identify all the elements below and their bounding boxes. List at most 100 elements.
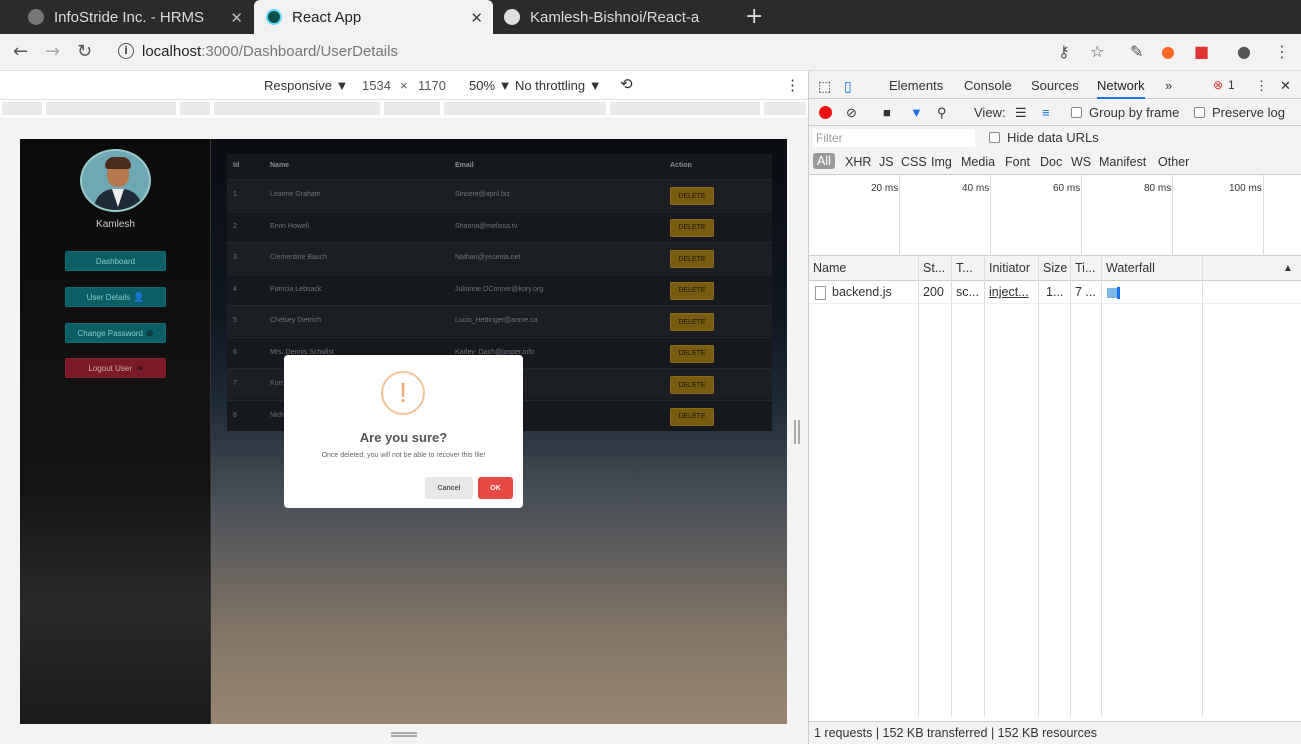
times-label: × [400,78,408,93]
menu-icon[interactable]: ⋮ [1274,42,1290,61]
profile-icon[interactable]: ● [1237,42,1251,61]
col-status[interactable]: St... [923,261,945,275]
confirm-dialog: ! Are you sure? Once deleted, you will n… [284,355,523,508]
timeline-tick: 40 ms [962,183,990,194]
network-overview[interactable]: 20 ms 40 ms 60 ms 80 ms 100 ms [809,175,1301,256]
filter-input[interactable]: Filter [813,129,975,147]
col-size[interactable]: Size [1043,261,1067,275]
globe-icon [28,9,44,25]
tab-react-app[interactable]: React App ✕ [254,0,493,34]
height-input[interactable]: 1170 [418,78,446,93]
url-path: :3000/Dashboard/UserDetails [201,43,398,60]
tab-console[interactable]: Console [964,78,1012,93]
more-tabs-button[interactable]: » [1165,78,1172,93]
resource-type-filters: All XHR JS CSS Img Media Font Doc WS Man… [809,150,1301,175]
tab-title: Kamlesh-Bishnoi/React-a [530,8,700,26]
device-mode-select[interactable]: Responsive ▼ [264,78,348,93]
address-toolbar: ← → ↻ i localhost:3000/Dashboard/UserDet… [0,34,1301,71]
network-summary: 1 requests | 152 KB transferred | 152 KB… [809,721,1301,744]
col-name[interactable]: Name [813,261,846,275]
type-doc[interactable]: Doc [1040,155,1062,169]
hide-data-urls-checkbox[interactable] [989,132,1000,143]
address-bar[interactable]: localhost:3000/Dashboard/UserDetails [142,43,398,60]
type-all[interactable]: All [813,153,835,169]
key-icon[interactable]: ⚷ [1058,42,1070,61]
timeline-tick: 60 ms [1053,183,1081,194]
filter-icon[interactable]: ▼ [910,105,923,120]
forward-icon[interactable]: → [45,41,60,62]
device-toolbar: Responsive ▼ 1534 × 1170 50% ▼ No thrott… [0,71,808,100]
menu-icon[interactable]: ⋮ [785,76,800,94]
menu-icon[interactable]: ⋮ [1255,78,1268,94]
back-icon[interactable]: ← [13,41,28,62]
preserve-log-checkbox[interactable] [1194,107,1205,118]
request-time: 7 ... [1075,285,1096,299]
warning-icon: ! [381,371,425,415]
hide-data-urls-label: Hide data URLs [1007,130,1099,145]
inspect-icon[interactable]: ⬚ [818,78,831,95]
request-table-header: Name St... T... Initiator Size Ti... Wat… [809,256,1301,281]
tab-title: InfoStride Inc. - HRMS [54,8,205,26]
browser-tab-strip: InfoStride Inc. - HRMS ✕ React App ✕ Kam… [0,0,1301,34]
col-waterfall[interactable]: Waterfall [1106,261,1155,275]
extension-icon[interactable]: ■ [1194,42,1209,61]
type-other[interactable]: Other [1158,155,1189,169]
type-ws[interactable]: WS [1071,155,1091,169]
type-js[interactable]: JS [879,155,894,169]
col-time[interactable]: Ti... [1075,261,1095,275]
file-icon [815,286,826,300]
col-type[interactable]: T... [956,261,973,275]
summary-text: 1 requests | 152 KB transferred | 152 KB… [814,726,1098,740]
info-icon[interactable]: i [118,43,134,59]
type-xhr[interactable]: XHR [845,155,871,169]
error-icon[interactable]: ⊗ [1213,78,1223,92]
clear-icon[interactable]: ⊘ [846,105,857,121]
tab-elements[interactable]: Elements [889,78,943,93]
resize-handle[interactable] [794,420,800,444]
tab-network[interactable]: Network [1097,78,1145,99]
star-icon[interactable]: ☆ [1090,42,1104,61]
screenshot-icon[interactable]: ■ [883,105,891,120]
network-toolbar: ⊘ ■ ▼ ⚲ View: ☰ ≡ Group by frame Preserv… [809,99,1301,126]
col-initiator[interactable]: Initiator [989,261,1030,275]
extension-icon[interactable]: ● [1161,42,1175,61]
group-by-frame-checkbox[interactable] [1071,107,1082,118]
rotate-icon[interactable]: ⟲ [620,75,633,93]
zoom-select[interactable]: 50% ▼ [469,78,512,93]
close-icon[interactable]: ✕ [1280,78,1291,94]
type-css[interactable]: CSS [901,155,927,169]
eyedropper-icon[interactable]: ✎ [1130,42,1143,61]
overview-icon[interactable]: ≡ [1042,105,1050,120]
tab-sources[interactable]: Sources [1031,78,1079,93]
tab-github[interactable]: Kamlesh-Bishnoi/React-a [494,0,734,34]
tab-infostride[interactable]: InfoStride Inc. - HRMS ✕ [0,0,253,34]
device-toggle-icon[interactable]: ▯ [844,78,852,95]
request-type: sc... [956,285,979,299]
throttle-select[interactable]: No throttling ▼ [515,78,602,93]
dialog-text: Once deleted, you will not be able to re… [321,452,486,459]
record-icon[interactable] [819,106,832,119]
width-input[interactable]: 1534 [362,78,391,93]
cancel-button[interactable]: Cancel [425,477,473,499]
dialog-title: Are you sure? [359,430,448,445]
request-initiator[interactable]: inject... [989,285,1029,299]
request-row[interactable]: backend.js 200 sc... inject... 1... 7 ..… [809,281,1301,304]
list-view-icon[interactable]: ☰ [1015,105,1027,121]
type-media[interactable]: Media [961,155,995,169]
react-icon [266,9,282,25]
type-font[interactable]: Font [1005,155,1030,169]
resize-handle-bottom[interactable] [391,732,417,737]
close-icon[interactable]: ✕ [230,9,243,27]
group-by-frame-label: Group by frame [1089,105,1180,120]
type-img[interactable]: Img [931,155,952,169]
sort-up-icon[interactable]: ▲ [1283,263,1293,274]
new-tab-button[interactable]: + [745,4,763,29]
request-status: 200 [923,285,944,299]
tab-title: React App [292,8,362,26]
reload-icon[interactable]: ↻ [77,41,92,62]
type-manifest[interactable]: Manifest [1099,155,1146,169]
ok-button[interactable]: OK [478,477,513,499]
close-icon[interactable]: ✕ [470,9,483,27]
search-icon[interactable]: ⚲ [937,105,947,121]
media-query-ruler[interactable] [0,100,808,118]
